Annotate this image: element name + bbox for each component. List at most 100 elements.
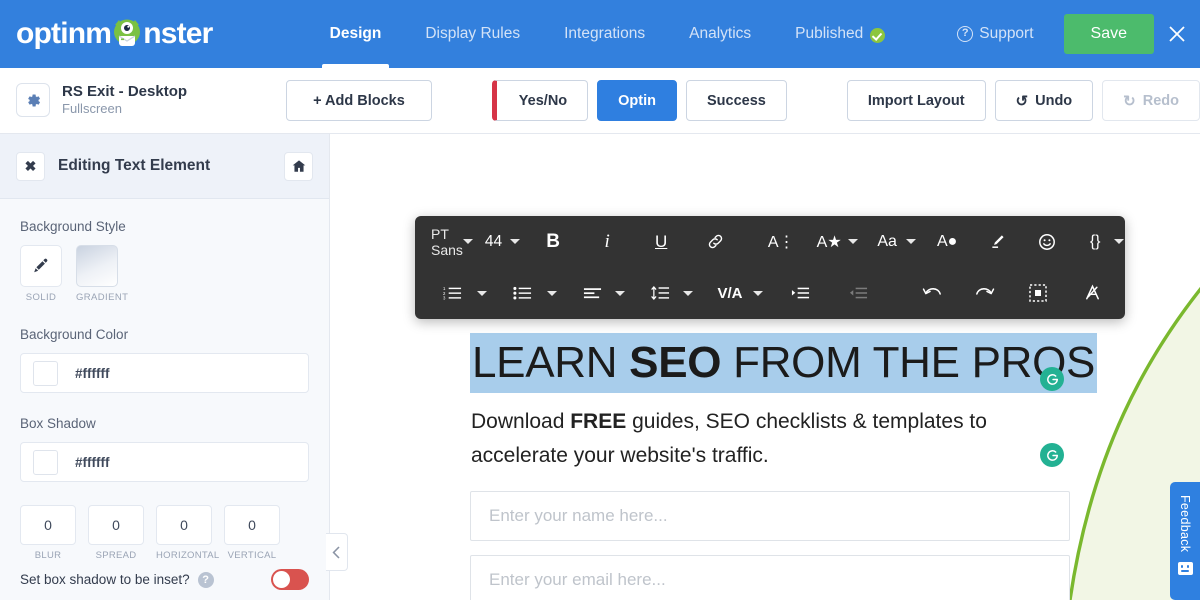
align-chevron-down-icon[interactable] (615, 291, 625, 296)
grammarly-badge-headline[interactable] (1040, 367, 1064, 391)
highlighter-icon[interactable] (982, 227, 1012, 257)
monster-mascot-icon (110, 19, 144, 49)
undo-button[interactable]: ↺ Undo (995, 80, 1094, 121)
help-icon[interactable]: ? (198, 572, 214, 588)
tab-display-rules-label: Display Rules (425, 25, 520, 43)
view-optin-button[interactable]: Optin (597, 80, 677, 121)
add-blocks-button[interactable]: + Add Blocks (286, 80, 432, 121)
tab-analytics[interactable]: Analytics (667, 0, 773, 68)
horizontal-input[interactable] (156, 505, 212, 545)
vertical-input[interactable] (224, 505, 280, 545)
grammarly-badge-subhead[interactable] (1040, 443, 1064, 467)
brush-icon (20, 245, 62, 287)
text-transform-chevron-down-icon[interactable] (906, 239, 916, 244)
select-all-icon[interactable] (1023, 278, 1053, 308)
published-check-icon (870, 28, 885, 43)
font-size-value[interactable]: 44 (485, 233, 502, 251)
background-style-solid[interactable]: SOLID (20, 245, 62, 303)
outdent-icon[interactable] (843, 278, 873, 308)
headline-bold: SEO (629, 338, 721, 387)
email-input-field[interactable]: Enter your email here... (470, 555, 1070, 600)
special-character-group: A★ (814, 227, 858, 257)
letter-spacing-button[interactable]: V/A (715, 278, 745, 308)
ordered-list-chevron-down-icon[interactable] (477, 291, 487, 296)
font-family-chevron-down-icon[interactable] (463, 239, 473, 244)
letter-spacing-chevron-down-icon[interactable] (753, 291, 763, 296)
blur-label: BLUR (20, 550, 76, 561)
bullet-list-chevron-down-icon[interactable] (547, 291, 557, 296)
indent-icon[interactable] (785, 278, 815, 308)
font-size-chevron-down-icon[interactable] (510, 239, 520, 244)
bullet-list-group (507, 278, 557, 308)
tab-analytics-label: Analytics (689, 25, 751, 43)
spread-stepper: SPREAD (88, 505, 144, 561)
text-transform-button[interactable]: Aa (872, 227, 902, 257)
import-layout-button[interactable]: Import Layout (847, 80, 986, 121)
bold-button[interactable]: B (538, 227, 568, 257)
support-label: Support (979, 25, 1033, 43)
box-shadow-color-field[interactable]: #ffffff (20, 442, 309, 482)
bullet-list-icon[interactable] (507, 278, 537, 308)
redo-button[interactable]: ↻ Redo (1102, 80, 1200, 121)
close-icon[interactable] (1154, 0, 1200, 68)
background-style-solid-label: SOLID (20, 292, 62, 303)
name-input-field[interactable]: Enter your name here... (470, 491, 1070, 541)
align-left-icon[interactable] (577, 278, 607, 308)
save-button[interactable]: Save (1064, 14, 1154, 54)
ordered-list-icon[interactable]: 1 2 3 (437, 278, 467, 308)
redo-icon[interactable] (969, 278, 999, 308)
tab-integrations[interactable]: Integrations (542, 0, 667, 68)
italic-button[interactable]: i (592, 227, 622, 257)
smiley-face-icon (1178, 562, 1193, 575)
code-button[interactable]: {} (1080, 227, 1110, 257)
font-family-value[interactable]: PT Sans (431, 226, 463, 258)
box-shadow-color-value: #ffffff (75, 455, 109, 470)
font-style-button[interactable]: A⋮ (766, 227, 796, 257)
background-style-gradient[interactable]: GRADIENT (76, 245, 118, 303)
campaign-toolbar: RS Exit - Desktop Fullscreen + Add Block… (0, 68, 1200, 134)
background-style-options: SOLID GRADIENT (20, 245, 309, 303)
A-star-icon[interactable]: A★ (814, 227, 844, 257)
undo-icon[interactable] (917, 278, 947, 308)
A-droplet-icon[interactable]: A● (932, 227, 962, 257)
headline-text-element[interactable]: LEARN SEO FROM THE PROS (470, 333, 1097, 393)
spread-input[interactable] (88, 505, 144, 545)
published-status[interactable]: Published (773, 0, 907, 68)
code-group: {} (1080, 227, 1124, 257)
sidebar-close-icon[interactable]: ✖ (16, 152, 45, 181)
code-chevron-down-icon[interactable] (1114, 239, 1124, 244)
redo-label: Redo (1143, 93, 1179, 109)
letter-spacing-group: V/A (715, 278, 763, 308)
gear-icon[interactable] (16, 83, 50, 117)
tab-display-rules[interactable]: Display Rules (403, 0, 542, 68)
link-icon[interactable] (700, 227, 730, 257)
smiley-icon[interactable] (1032, 227, 1062, 257)
line-height-icon[interactable] (645, 278, 675, 308)
sidebar-collapse-handle[interactable] (326, 533, 348, 571)
optinmonster-logo[interactable]: optinm nster (0, 0, 308, 68)
background-color-label: Background Color (20, 327, 309, 342)
blur-input[interactable] (20, 505, 76, 545)
redo-icon: ↻ (1123, 92, 1136, 110)
support-link[interactable]: ? Support (935, 0, 1055, 68)
tab-design[interactable]: Design (308, 0, 404, 68)
view-yes-no-button[interactable]: Yes/No (492, 80, 588, 121)
feedback-tab[interactable]: Feedback (1170, 482, 1200, 600)
tab-integrations-label: Integrations (564, 25, 645, 43)
clear-format-icon[interactable] (1077, 278, 1107, 308)
subhead-part1: Download (471, 410, 570, 433)
home-icon[interactable] (284, 152, 313, 181)
background-color-value: #ffffff (75, 366, 109, 381)
campaign-type: Fullscreen (62, 101, 187, 118)
inset-label: Set box shadow to be inset? (20, 572, 190, 587)
box-shadow-color-swatch[interactable] (33, 450, 58, 475)
inset-toggle[interactable] (271, 569, 309, 590)
background-color-field[interactable]: #ffffff (20, 353, 309, 393)
undo-label: Undo (1035, 93, 1072, 109)
special-character-chevron-down-icon[interactable] (848, 239, 858, 244)
subheadline-text-element[interactable]: Download FREE guides, SEO checklists & t… (471, 405, 991, 473)
underline-button[interactable]: U (646, 227, 676, 257)
line-height-chevron-down-icon[interactable] (683, 291, 693, 296)
view-success-button[interactable]: Success (686, 80, 787, 121)
background-color-swatch[interactable] (33, 361, 58, 386)
